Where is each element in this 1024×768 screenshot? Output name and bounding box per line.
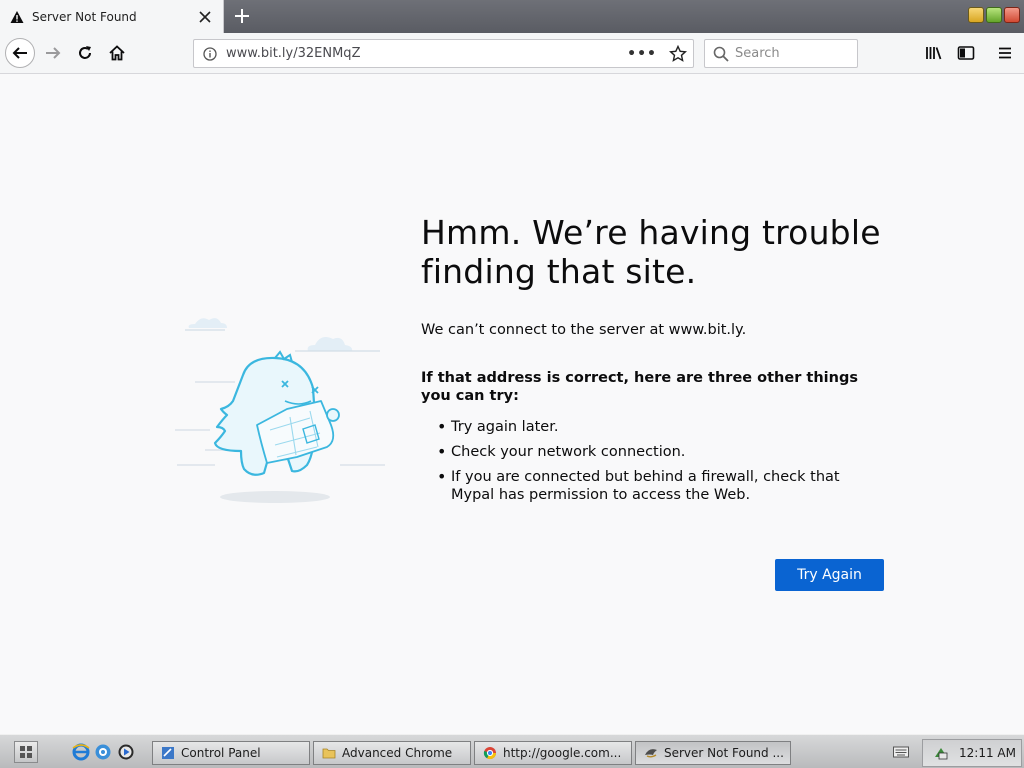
task-label: Server Not Found ... [664,746,784,760]
menu-button[interactable] [994,42,1016,64]
suggestion-item: If you are connected but behind a firewa… [421,468,881,504]
close-icon[interactable] [197,9,213,25]
error-description: We can’t connect to the server at www.bi… [421,322,747,338]
suggestions-list: Try again later. Check your network conn… [421,418,891,504]
new-tab-button[interactable] [230,4,254,28]
clock[interactable]: 12:11 AM [959,746,1016,760]
library-button[interactable] [923,42,945,64]
task-label: http://google.com... [503,746,622,760]
suggestion-item: Check your network connection. [421,443,881,461]
url-bar[interactable]: www.bit.ly/32ENMqZ ••• [193,39,694,68]
error-page: Hmm. We’re having trouble finding that s… [0,75,1024,734]
bookmark-star-icon[interactable] [669,44,687,63]
taskbar-item-server-not-found[interactable]: Server Not Found ... [635,741,791,765]
taskbar-item-control-panel[interactable]: Control Panel [152,741,310,765]
windows-grid-icon [20,746,32,758]
error-heading: Hmm. We’re having trouble finding that s… [421,213,881,291]
arrow-left-icon [12,47,27,59]
info-icon[interactable] [203,46,217,61]
mypal-icon [645,749,657,758]
error-text-block: Hmm. We’re having trouble finding that s… [421,213,891,511]
suggestions-title: If that address is correct, here are thr… [421,370,858,404]
folder-icon [322,748,336,759]
media-player-icon[interactable] [117,743,135,761]
plus-icon [235,9,249,23]
taskbar-item-advanced-chrome[interactable]: Advanced Chrome [313,741,471,765]
try-again-button[interactable]: Try Again [775,559,884,591]
home-icon [109,45,125,61]
minimize-button[interactable] [968,7,984,23]
tab-title: Server Not Found [32,9,137,24]
home-button[interactable] [102,38,132,68]
task-label: Control Panel [181,746,261,760]
system-tray: 12:11 AM [922,739,1022,767]
start-button[interactable] [14,741,38,763]
hamburger-menu-icon [999,47,1011,59]
back-button[interactable] [5,38,35,68]
close-window-button[interactable] [1004,7,1020,23]
page-actions-button[interactable]: ••• [627,46,657,62]
dinosaur-illustration [175,318,385,503]
reload-icon [79,46,91,59]
warning-icon [10,10,24,23]
tab-strip: Server Not Found [0,0,1024,33]
taskbar-item-google[interactable]: http://google.com... [474,741,632,765]
tab-server-not-found[interactable]: Server Not Found [0,0,224,33]
task-label: Advanced Chrome [342,746,453,760]
sidebar-icon [957,46,975,60]
nav-toolbar: www.bit.ly/32ENMqZ ••• [0,33,1024,74]
control-panel-icon [162,747,174,759]
search-icon [713,46,729,62]
maximize-button[interactable] [986,7,1002,23]
reload-button[interactable] [70,38,100,68]
taskbar: Control Panel Advanced Chrome http://goo… [0,734,1024,768]
library-icon [926,47,942,60]
internet-explorer-icon[interactable] [72,743,90,761]
suggestion-item: Try again later. [421,418,881,436]
window-controls [968,7,1020,23]
arrow-right-icon [46,47,61,59]
search-input[interactable] [735,46,845,61]
email-client-icon[interactable] [94,743,112,761]
url-text[interactable]: www.bit.ly/32ENMqZ [226,46,627,61]
search-bar[interactable] [704,39,858,68]
network-icon[interactable] [933,745,949,761]
chrome-icon [483,747,496,760]
forward-button[interactable] [38,38,68,68]
sidebar-button[interactable] [955,42,977,64]
keyboard-icon[interactable] [893,745,909,759]
